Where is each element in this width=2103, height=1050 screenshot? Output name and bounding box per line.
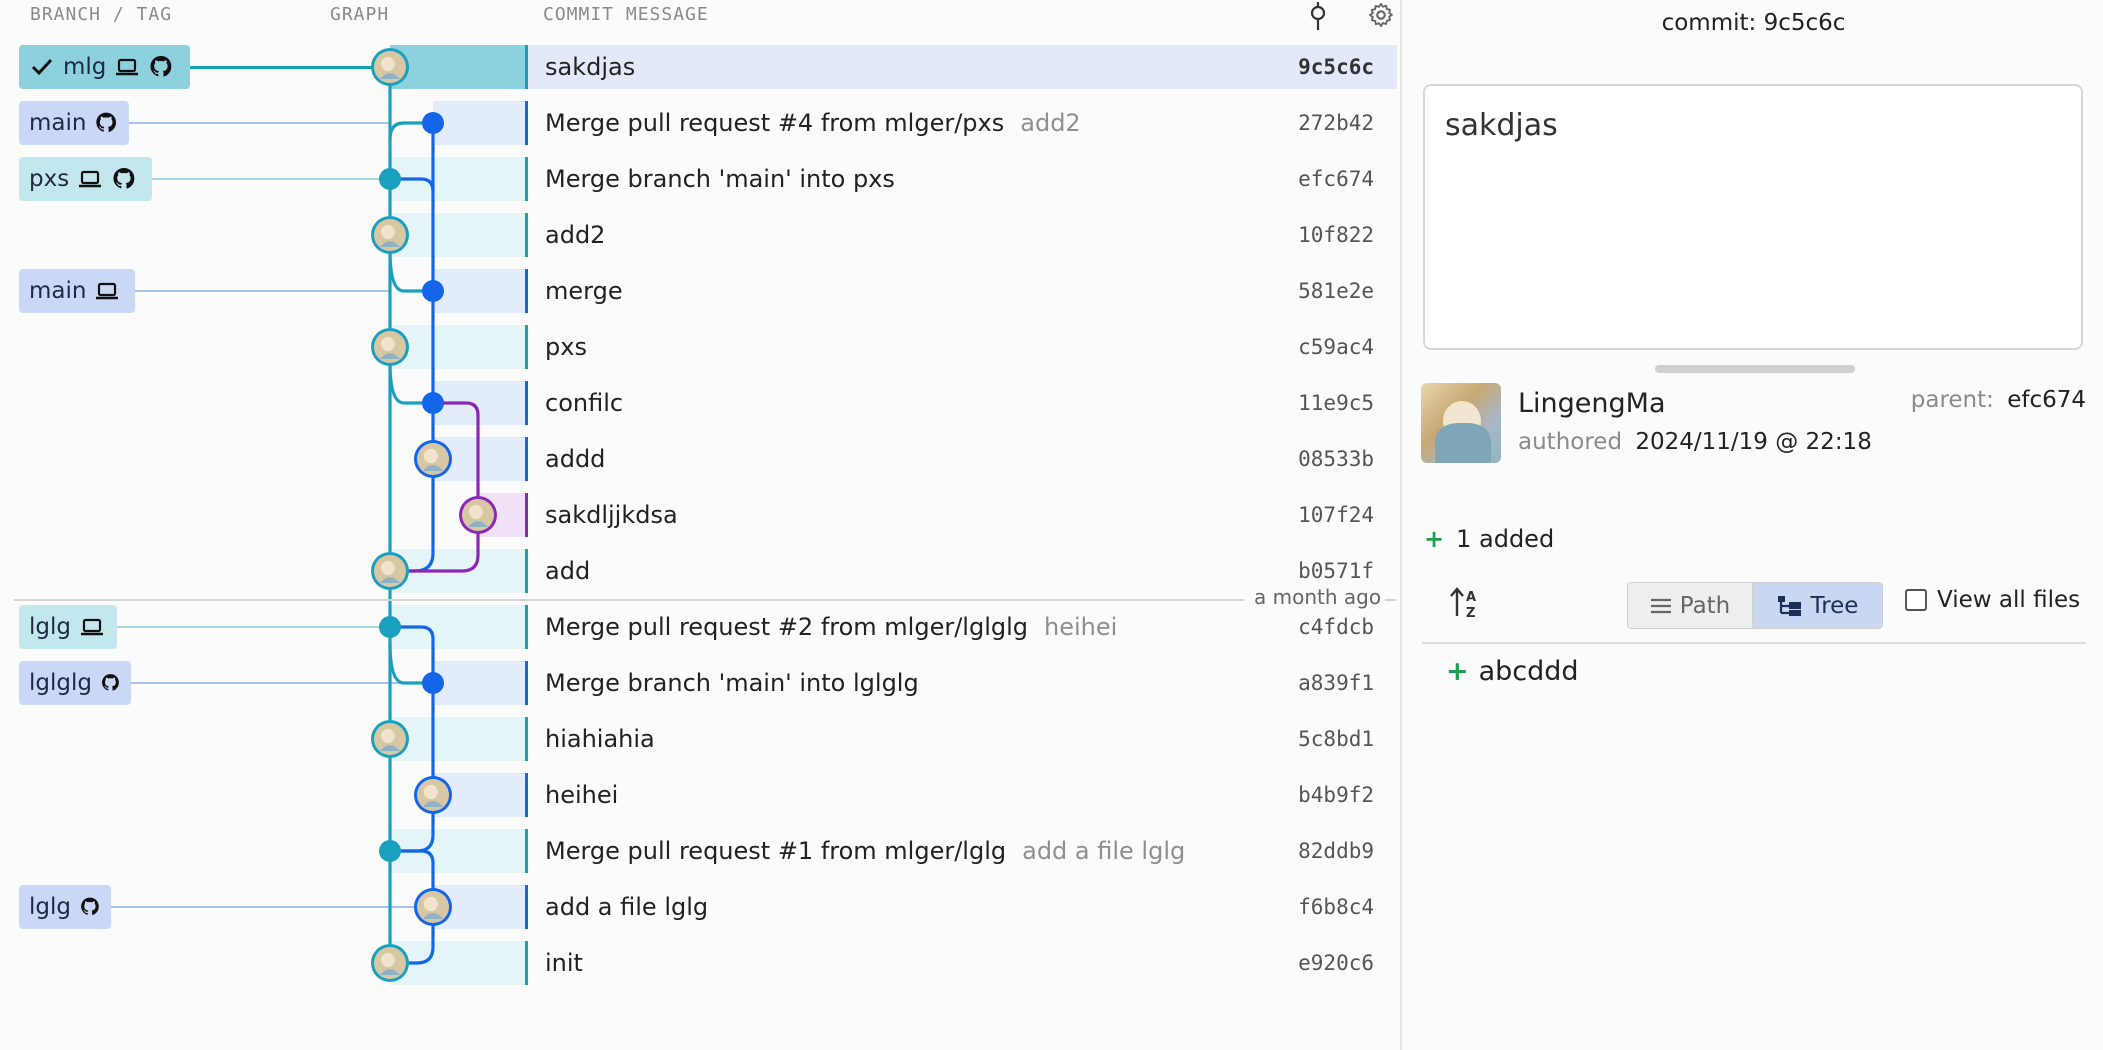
time-separator-label: a month ago [1250,585,1386,609]
commit-message-text: hiahiahia [545,725,655,753]
commit-message-header: COMMIT MESSAGE [543,4,709,25]
tree-label: Tree [1810,592,1859,619]
commit-avatar-face [381,953,395,967]
commit-node-dot [422,280,444,302]
authored-label: authored [1518,429,1623,455]
added-count: 1 added [1456,525,1555,553]
view-all-files-checkbox[interactable] [1905,589,1927,611]
file-added-icon: + [1446,656,1469,687]
commit-graph [371,48,497,982]
file-name: abcddd [1478,656,1579,687]
commit-hash[interactable]: f6b8c4 [1298,879,1374,935]
commit-hash[interactable]: 581e2e [1298,263,1374,319]
commit-row-message[interactable]: Merge pull request #4 from mlger/pxs add2 [545,95,1081,151]
file-item[interactable]: + abcddd [1446,656,1579,687]
commit-avatar-face [381,561,395,575]
commit-row-message[interactable]: Merge branch 'main' into lglglg [545,655,919,711]
commit-hash[interactable]: 11e9c5 [1298,375,1374,431]
commit-hash[interactable]: 82ddb9 [1298,823,1374,879]
commit-avatar-face [381,729,395,743]
svg-text:A: A [1466,590,1476,605]
commit-message-text: Merge pull request #1 from mlger/lglg [545,837,1007,865]
commit-row-message[interactable]: Merge pull request #2 from mlger/lglglg h… [545,599,1117,655]
commit-subtitle: add2 [1020,109,1081,137]
commit-node-dot [379,840,401,862]
commit-hash[interactable]: b4b9f2 [1298,767,1374,823]
commit-avatar-face [424,785,438,799]
commit-hash[interactable]: e920c6 [1298,935,1374,991]
commit-avatar-face [469,505,483,519]
view-all-files-option: View all files [1905,587,2080,613]
commit-hash[interactable]: c59ac4 [1298,319,1374,375]
commit-message-text: Merge branch 'main' into pxs [545,165,895,193]
commit-row-message[interactable]: Merge branch 'main' into pxs [545,151,895,207]
commit-row-message[interactable]: sakdljjkdsa [545,487,678,543]
tree-view-button[interactable]: Tree [1753,583,1882,628]
commit-message-text: add a file lglg [545,893,709,921]
sort-az-icon[interactable]: A Z [1448,586,1482,620]
commit-hash[interactable]: a839f1 [1298,655,1374,711]
commit-hash[interactable]: 9c5c6c [1298,39,1374,95]
svg-text:Z: Z [1466,606,1475,620]
resize-handle[interactable] [1655,365,1855,373]
commit-row-message[interactable]: Merge pull request #1 from mlger/lglg add… [545,823,1185,879]
commit-node-dot [379,616,401,638]
commit-row-message[interactable]: add a file lglg [545,879,708,935]
gear-icon[interactable] [1367,1,1395,29]
author-name: LingengMa [1518,388,1666,419]
commit-message-text: Merge branch 'main' into lglglg [545,669,919,697]
selected-row-band [527,45,1397,89]
authored-line: authored 2024/11/19 @ 22:18 [1518,429,1872,455]
commit-subtitle: add a file lglg [1022,837,1186,865]
tree-icon [1777,595,1801,616]
commit-node-dot [422,112,444,134]
added-summary: +1 added [1424,525,1554,553]
files-divider [1422,642,2086,644]
commit-hash[interactable]: efc674 [1298,151,1374,207]
parent-hash-link[interactable]: efc674 [2007,387,2086,413]
commit-avatar-face [381,337,395,351]
path-label: Path [1679,592,1731,619]
commit-hash[interactable]: 107f24 [1298,487,1374,543]
commit-avatar-face [424,897,438,911]
commit-hash[interactable]: 5c8bd1 [1298,711,1374,767]
path-view-button[interactable]: Path [1628,583,1753,628]
commit-hash[interactable]: 08533b [1298,431,1374,487]
commit-hash[interactable]: 272b42 [1298,95,1374,151]
commit-search-icon[interactable] [1306,2,1330,30]
commit-avatar-face [381,57,395,71]
commit-label: commit: [1661,10,1757,36]
commit-node-dot [379,168,401,190]
commit-avatar-face [381,225,395,239]
author-avatar [1421,383,1501,463]
commit-avatar-face [424,449,438,463]
parent-line: parent: efc674 [1911,387,2086,413]
view-mode-toggle: Path Tree [1627,582,1883,629]
commit-detail-panel: commit: 9c5c6c sakdjas LingengMa authore… [1400,0,2103,1050]
view-all-files-label: View all files [1937,587,2081,613]
list-icon [1650,598,1671,613]
commit-row-message[interactable]: hiahiahia [545,711,655,767]
plus-icon: + [1424,525,1445,553]
commit-title: commit: 9c5c6c [1402,10,2103,36]
time-divider-line [14,599,1244,601]
commit-message-box[interactable]: sakdjas [1423,84,2083,350]
commit-subtitle: heihei [1044,613,1118,641]
commit-hash[interactable]: 10f822 [1298,207,1374,263]
commit-message-text: sakdljjkdsa [545,501,678,529]
commit-message-text: Merge pull request #4 from mlger/pxs [545,109,1005,137]
blue-lane-line [388,625,435,797]
commit-node-dot [422,392,444,414]
commit-message-text: Merge pull request #2 from mlger/lglglg [545,613,1029,641]
commit-hash: 9c5c6c [1763,10,1846,36]
authored-date: 2024/11/19 @ 22:18 [1635,429,1872,455]
parent-label: parent: [1910,387,1994,413]
commit-graph-panel: BRANCH / TAG GRAPH COMMIT MESSAGE sakdja… [0,0,1398,1050]
commit-node-dot [422,672,444,694]
